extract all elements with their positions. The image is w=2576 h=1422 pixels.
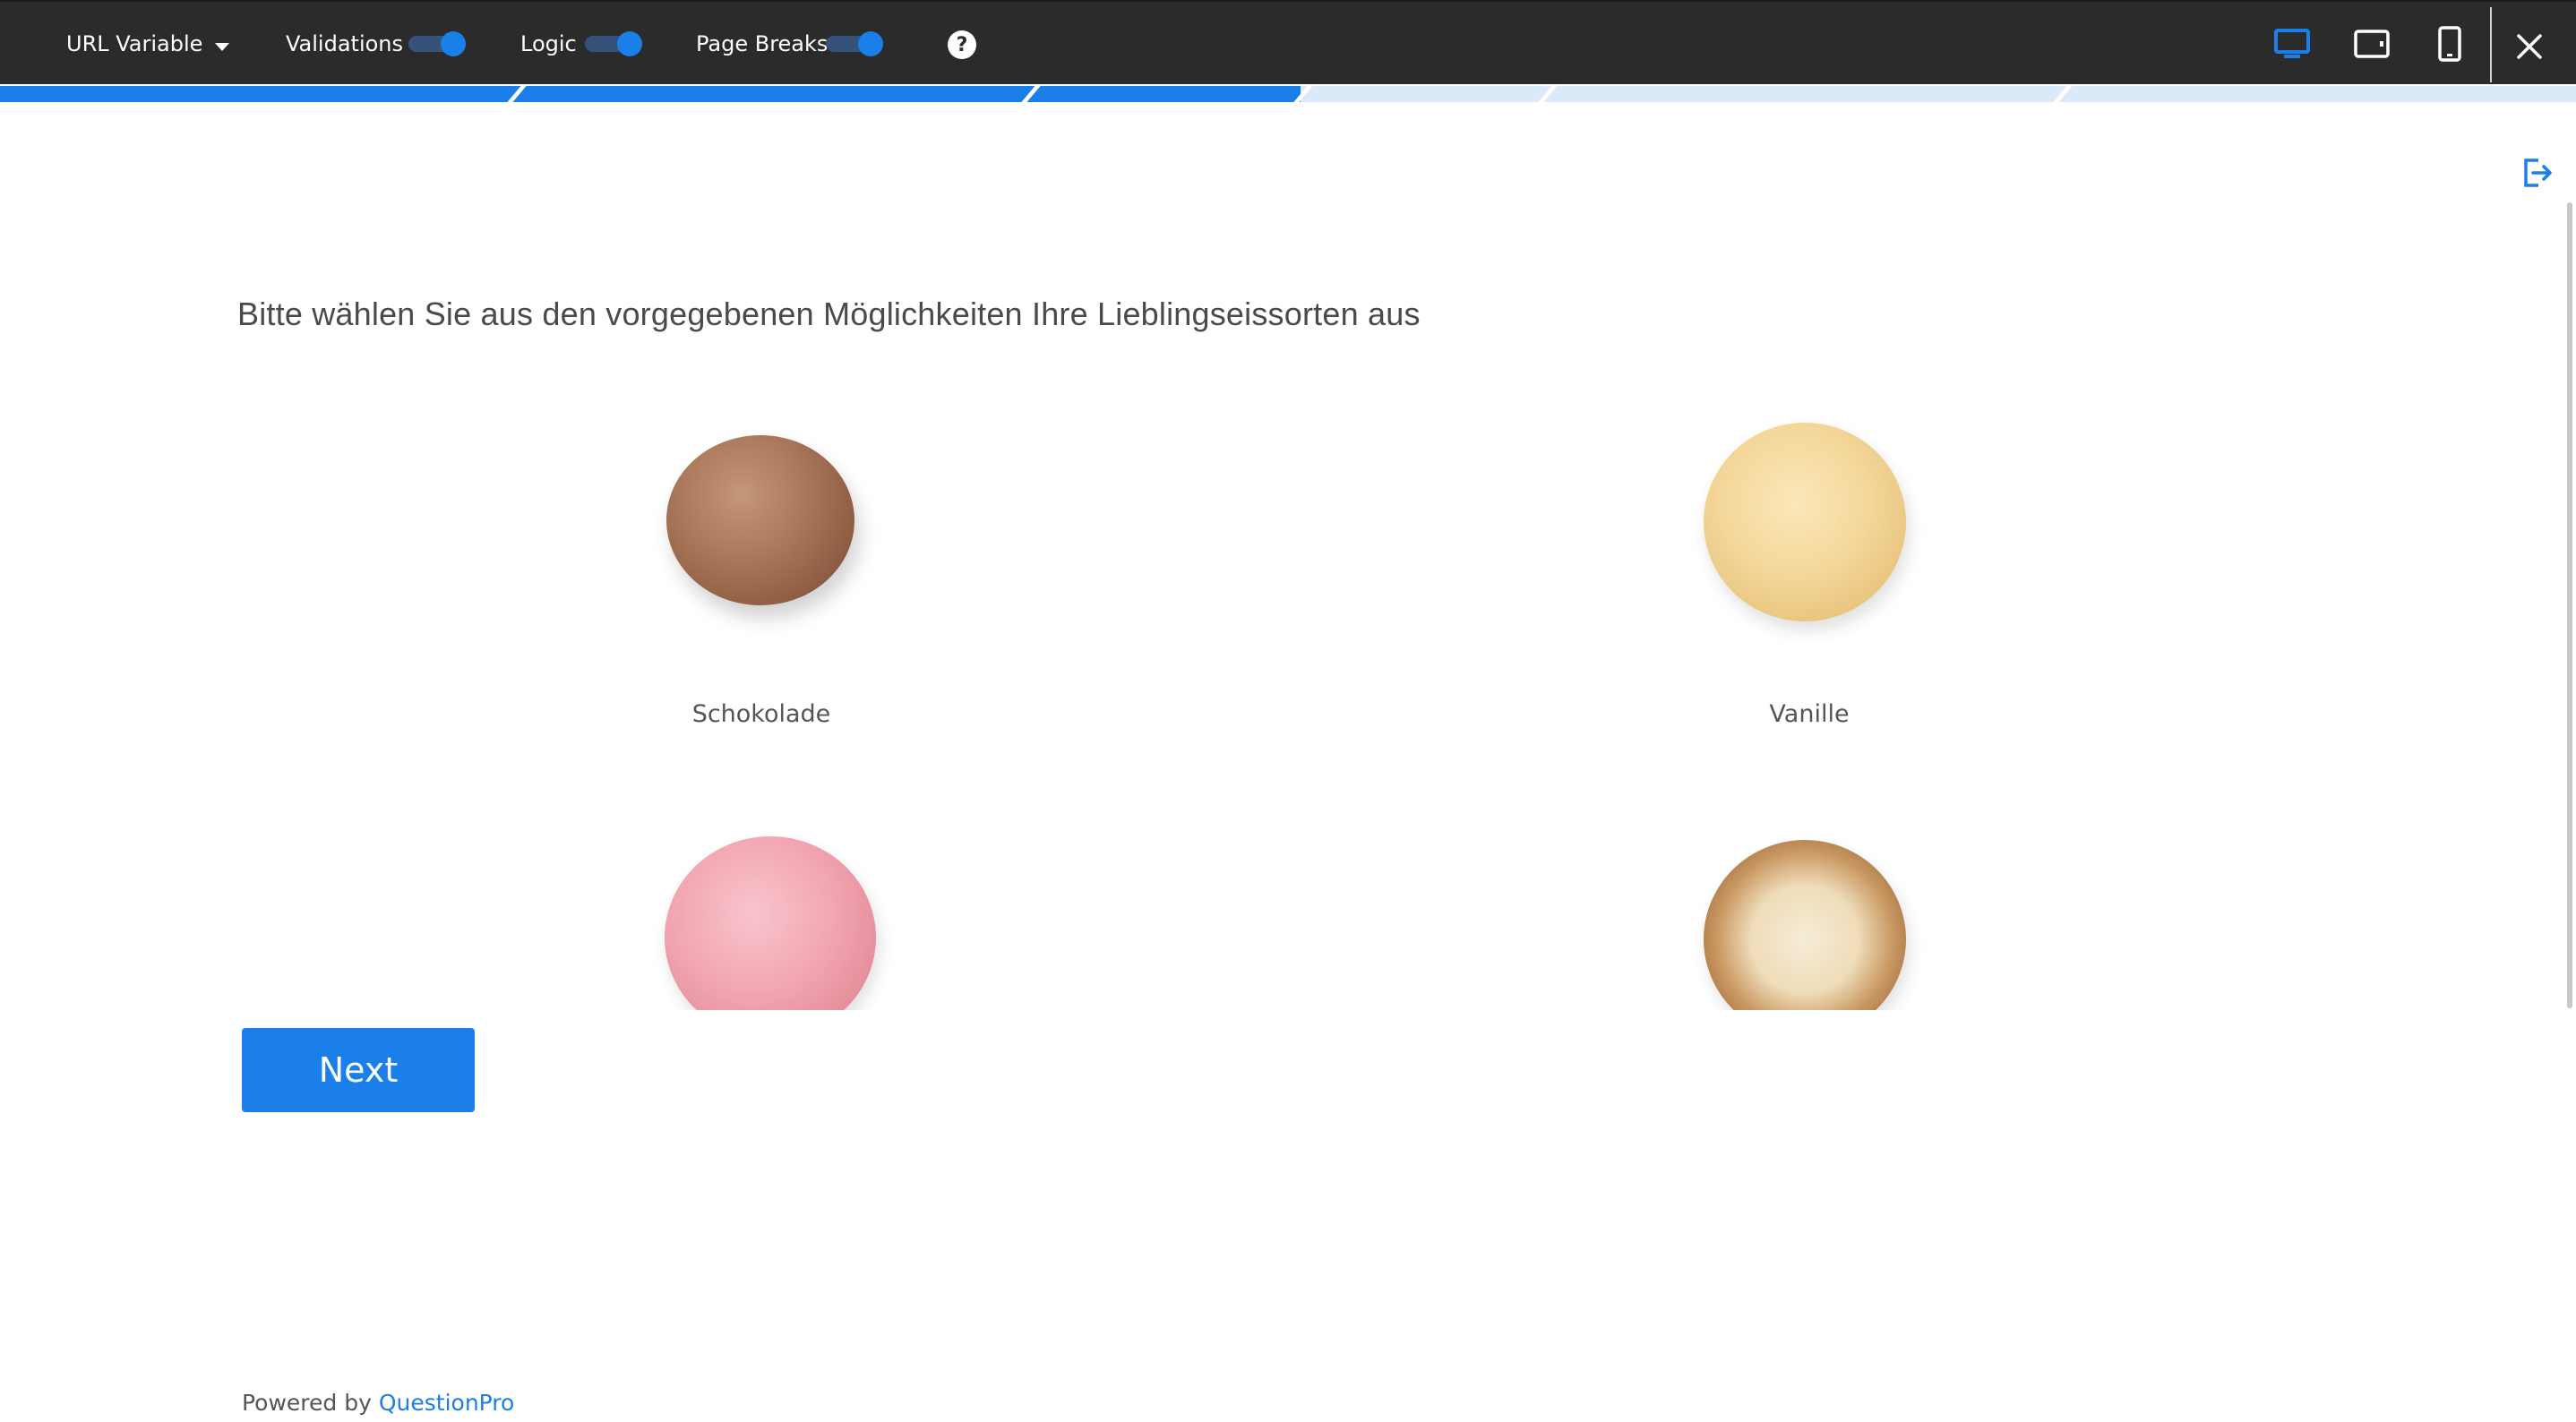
strawberry-ice-cream-image	[665, 836, 876, 1010]
chocolate-ice-cream-image	[666, 435, 854, 605]
tablet-icon[interactable]	[2350, 25, 2393, 63]
exit-icon[interactable]	[2520, 156, 2555, 190]
validations-label: Validations	[286, 31, 404, 56]
survey-progress-bar	[0, 86, 2576, 102]
progress-separator	[1535, 86, 1560, 102]
page-breaks-label: Page Breaks	[696, 31, 829, 56]
question-text: Bitte wählen Sie aus den vorgegebenen Mö…	[237, 296, 1421, 332]
powered-prefix: Powered by	[242, 1390, 379, 1416]
logic-toggle[interactable]	[585, 31, 642, 56]
url-variable-dropdown[interactable]: URL Variable	[66, 2, 202, 86]
page-breaks-toggle[interactable]	[826, 31, 883, 56]
powered-by: Powered by QuestionPro	[242, 1390, 514, 1416]
next-button[interactable]: Next	[242, 1028, 475, 1112]
choice-label-vanille: Vanille	[1769, 700, 1850, 728]
scrollbar[interactable]	[2567, 202, 2572, 1008]
logic-label: Logic	[520, 31, 577, 56]
chevron-down-icon[interactable]	[215, 43, 229, 51]
progress-separator	[2050, 86, 2075, 102]
progress-fill	[0, 86, 1301, 102]
choice-label-schokolade: Schokolade	[691, 700, 831, 728]
validations-toggle[interactable]	[408, 31, 466, 56]
url-variable-label: URL Variable	[66, 31, 203, 56]
choice-vanille[interactable]	[1693, 414, 1926, 638]
choice-strawberry[interactable]	[654, 815, 896, 1010]
help-icon[interactable]: ?	[948, 30, 976, 59]
choice-schokolade[interactable]	[645, 414, 896, 638]
close-icon[interactable]	[2508, 25, 2551, 68]
preview-toolbar: URL Variable Validations Logic Page Brea…	[0, 0, 2576, 84]
toolbar-divider	[2490, 7, 2492, 82]
vanilla-ice-cream-image	[1704, 423, 1906, 621]
choice-cookie[interactable]	[1693, 815, 1926, 1010]
questionpro-link[interactable]: QuestionPro	[379, 1390, 514, 1416]
cookie-ice-cream-image	[1704, 840, 1906, 1010]
desktop-icon[interactable]	[2271, 25, 2314, 63]
mobile-icon[interactable]	[2428, 25, 2471, 63]
